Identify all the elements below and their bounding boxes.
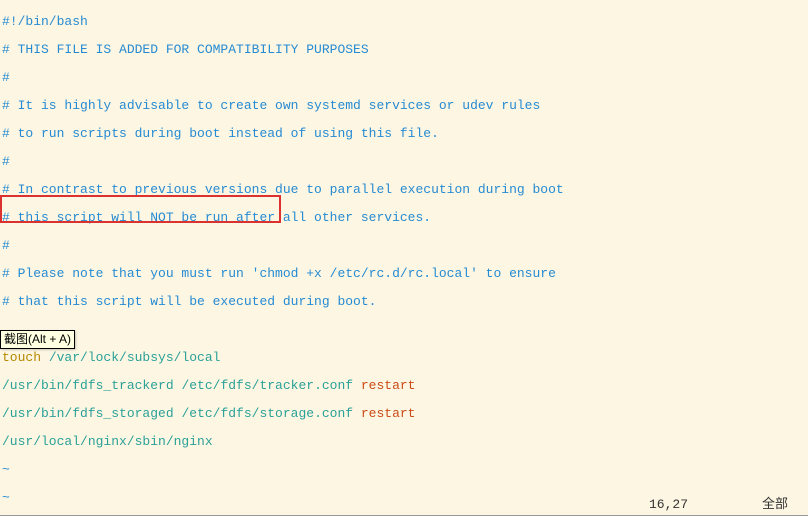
code-line: # <box>2 239 806 253</box>
vim-tilde: ~ <box>2 463 806 477</box>
path-token: /usr/local/nginx/sbin/nginx <box>2 434 213 449</box>
status-mode: 全部 <box>762 498 788 512</box>
path-token: /etc/fdfs/storage.conf <box>174 406 361 421</box>
keyword-token: restart <box>361 378 416 393</box>
code-line: # to run scripts during boot instead of … <box>2 127 806 141</box>
code-line: touch /var/lock/subsys/local <box>2 351 806 365</box>
path-token: /usr/bin/fdfs_trackerd <box>2 378 174 393</box>
vim-status-bar: 16,27 全部 <box>0 498 808 514</box>
code-line: /usr/local/nginx/sbin/nginx <box>2 435 806 449</box>
blank-line <box>2 323 806 337</box>
path-token: /var/lock/subsys/local <box>41 350 220 365</box>
code-line: # THIS FILE IS ADDED FOR COMPATIBILITY P… <box>2 43 806 57</box>
code-line: #!/bin/bash <box>2 15 806 29</box>
screenshot-tooltip: 截图(Alt + A) <box>0 330 75 349</box>
code-line: # that this script will be executed duri… <box>2 295 806 309</box>
path-token: /usr/bin/fdfs_storaged <box>2 406 174 421</box>
code-line: # <box>2 71 806 85</box>
code-line: # In contrast to previous versions due t… <box>2 183 806 197</box>
code-line: # It is highly advisable to create own s… <box>2 99 806 113</box>
code-line: /usr/bin/fdfs_trackerd /etc/fdfs/tracker… <box>2 379 806 393</box>
cursor-position: 16,27 <box>649 498 688 512</box>
keyword-token: restart <box>361 406 416 421</box>
command-token: touch <box>2 350 41 365</box>
code-line: # <box>2 155 806 169</box>
code-line: # this script will NOT be run after all … <box>2 211 806 225</box>
code-line: /usr/bin/fdfs_storaged /etc/fdfs/storage… <box>2 407 806 421</box>
vim-editor[interactable]: #!/bin/bash # THIS FILE IS ADDED FOR COM… <box>0 0 808 516</box>
code-line: # Please note that you must run 'chmod +… <box>2 267 806 281</box>
path-token: /etc/fdfs/tracker.conf <box>174 378 361 393</box>
